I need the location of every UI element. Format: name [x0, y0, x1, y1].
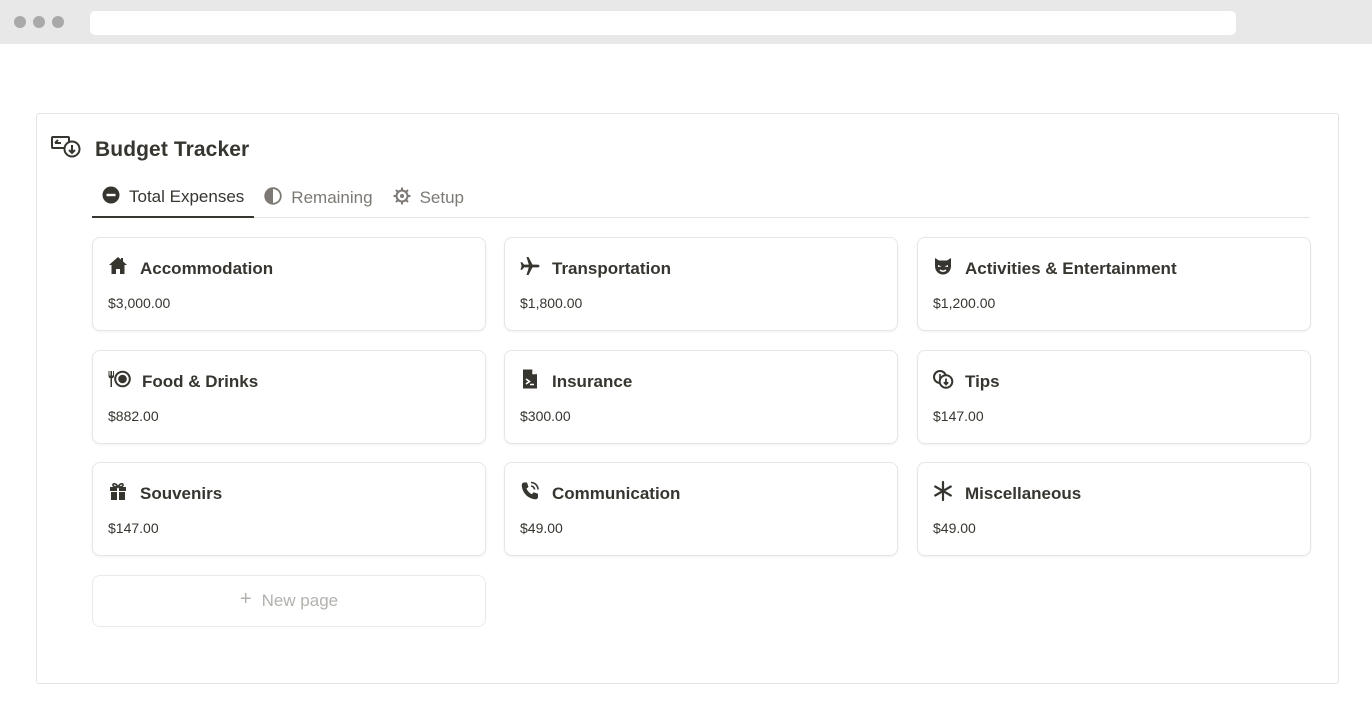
window-controls: [14, 16, 64, 28]
address-bar[interactable]: [90, 11, 1236, 35]
browser-toolbar: [0, 0, 1372, 44]
page-header: Budget Tracker: [51, 134, 249, 165]
card-title: Souvenirs: [140, 483, 223, 503]
half-circle-icon: [264, 186, 291, 210]
new-page-label: New page: [261, 591, 339, 610]
card-food-drinks[interactable]: Food & Drinks $882.00: [92, 350, 486, 444]
fork-plate-icon: [107, 368, 131, 395]
card-transportation[interactable]: Transportation $1,800.00: [504, 237, 898, 331]
card-tips[interactable]: Tips $147.00: [917, 350, 1311, 444]
card-activities-entertainment[interactable]: Activities & Entertainment $1,200.00: [917, 237, 1311, 331]
plus-icon: +: [239, 588, 252, 610]
card-title: Accommodation: [140, 258, 274, 278]
tab-setup[interactable]: Setup: [383, 178, 474, 218]
tab-total-expenses[interactable]: Total Expenses: [92, 178, 255, 218]
tab-label: Total Expenses: [129, 187, 245, 206]
card-amount: $1,200.00: [933, 295, 996, 311]
card-communication[interactable]: Communication $49.00: [504, 462, 898, 556]
tab-label: Remaining: [291, 188, 373, 207]
asterisk-icon: [932, 480, 954, 507]
card-amount: $882.00: [108, 408, 159, 424]
tab-remaining[interactable]: Remaining: [254, 178, 382, 218]
gear-icon: [393, 187, 420, 210]
card-amount: $147.00: [933, 408, 984, 424]
card-title: Communication: [552, 483, 681, 503]
window-close-dot[interactable]: [14, 16, 26, 28]
database-view: Budget Tracker Total Expenses Remaining: [36, 113, 1339, 684]
minus-circle-icon: [102, 186, 129, 209]
page-title: Budget Tracker: [95, 137, 250, 161]
card-title: Tips: [965, 371, 1000, 391]
theater-mask-icon: [932, 255, 954, 282]
card-amount: $49.00: [933, 520, 976, 536]
gift-icon: [107, 480, 129, 507]
card-souvenirs[interactable]: Souvenirs $147.00: [92, 462, 486, 556]
card-amount: $49.00: [520, 520, 563, 536]
coins-icon: [932, 368, 954, 395]
airplane-icon: [519, 255, 541, 282]
card-miscellaneous[interactable]: Miscellaneous $49.00: [917, 462, 1311, 556]
card-amount: $1,800.00: [520, 295, 583, 311]
window-minimize-dot[interactable]: [33, 16, 45, 28]
card-title: Insurance: [552, 371, 633, 391]
view-tabs: Total Expenses Remaining Setup: [92, 178, 1310, 218]
card-amount: $147.00: [108, 520, 159, 536]
card-title: Activities & Entertainment: [965, 258, 1177, 278]
card-insurance[interactable]: Insurance $300.00: [504, 350, 898, 444]
tab-label: Setup: [419, 188, 464, 207]
new-page-button[interactable]: + New page: [92, 575, 486, 627]
card-amount: $300.00: [520, 408, 571, 424]
money-exchange-icon: [51, 134, 81, 165]
card-title: Food & Drinks: [142, 371, 259, 391]
house-icon: [107, 255, 129, 282]
document-icon: [519, 368, 541, 395]
window-maximize-dot[interactable]: [52, 16, 64, 28]
card-amount: $3,000.00: [108, 295, 171, 311]
card-title: Miscellaneous: [965, 483, 1082, 503]
card-title: Transportation: [552, 258, 672, 278]
card-accommodation[interactable]: Accommodation $3,000.00: [92, 237, 486, 331]
phone-icon: [519, 480, 541, 507]
